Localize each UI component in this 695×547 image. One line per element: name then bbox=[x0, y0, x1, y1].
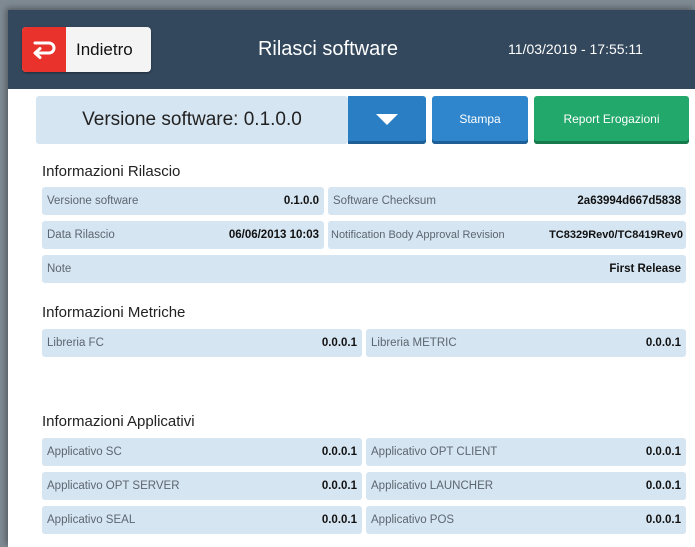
field-label: Applicativo OPT SERVER bbox=[47, 480, 180, 492]
field-label: Versione software bbox=[47, 195, 139, 207]
back-arrow-icon bbox=[22, 27, 66, 72]
field-label: Notification Body Approval Revision bbox=[331, 229, 505, 241]
datetime-display: 11/03/2019 - 17:55:11 bbox=[508, 41, 643, 57]
app-window: Indietro Rilasci software 11/03/2019 - 1… bbox=[8, 10, 695, 547]
section-title-metriche: Informazioni Metriche bbox=[42, 304, 186, 321]
field-software-checksum: Software Checksum 2a63994d667d5838 bbox=[328, 187, 686, 215]
field-label: Applicativo LAUNCHER bbox=[371, 480, 494, 492]
field-value: 0.0.0.1 bbox=[321, 337, 357, 349]
field-value: 0.0.0.1 bbox=[645, 514, 681, 526]
field-value: TC8329Rev0/TC8419Rev0 bbox=[549, 229, 683, 241]
version-dropdown-button[interactable] bbox=[348, 96, 426, 144]
field-value: 0.0.0.1 bbox=[321, 446, 357, 458]
field-label: Software Checksum bbox=[333, 195, 436, 207]
page-title: Rilasci software bbox=[257, 38, 399, 60]
field-value: 0.0.0.1 bbox=[645, 337, 681, 349]
field-value: 0.0.0.1 bbox=[321, 514, 357, 526]
field-label: Applicativo POS bbox=[371, 514, 455, 526]
field-app-opt-client: Applicativo OPT CLIENT 0.0.0.1 bbox=[366, 438, 686, 466]
field-value: 0.0.0.1 bbox=[645, 480, 681, 492]
field-label: Applicativo SEAL bbox=[47, 514, 136, 526]
report-erogazioni-button[interactable]: Report Erogazioni bbox=[534, 96, 689, 144]
field-app-opt-server: Applicativo OPT SERVER 0.0.0.1 bbox=[42, 472, 362, 500]
field-label: Libreria METRIC bbox=[371, 337, 457, 349]
back-button[interactable]: Indietro bbox=[22, 27, 151, 72]
field-value: 2a63994d667d5838 bbox=[577, 195, 681, 207]
field-app-launcher: Applicativo LAUNCHER 0.0.0.1 bbox=[366, 472, 686, 500]
field-release-date: Data Rilascio 06/06/2013 10:03 bbox=[42, 221, 324, 249]
field-value: 0.1.0.0 bbox=[283, 195, 319, 207]
software-version-select[interactable]: Versione software: 0.1.0.0 bbox=[36, 96, 348, 144]
field-label: Applicativo OPT CLIENT bbox=[371, 446, 498, 458]
field-value: 0.0.0.1 bbox=[321, 480, 357, 492]
field-value: First Release bbox=[609, 263, 681, 275]
field-label: Note bbox=[47, 263, 72, 275]
back-button-label: Indietro bbox=[76, 40, 133, 59]
field-libreria-fc: Libreria FC 0.0.0.1 bbox=[42, 329, 362, 357]
chevron-down-icon bbox=[376, 114, 398, 125]
header-bar: Indietro Rilasci software 11/03/2019 - 1… bbox=[8, 10, 695, 89]
field-label: Applicativo SC bbox=[47, 446, 122, 458]
field-note: Note First Release bbox=[42, 255, 686, 283]
field-app-sc: Applicativo SC 0.0.0.1 bbox=[42, 438, 362, 466]
field-label: Data Rilascio bbox=[47, 229, 115, 241]
field-software-version: Versione software 0.1.0.0 bbox=[42, 187, 324, 215]
field-label: Libreria FC bbox=[47, 337, 104, 349]
section-title-rilascio: Informazioni Rilascio bbox=[42, 163, 181, 180]
field-app-seal: Applicativo SEAL 0.0.0.1 bbox=[42, 506, 362, 534]
field-approval-revision: Notification Body Approval Revision TC83… bbox=[328, 221, 686, 249]
field-libreria-metric: Libreria METRIC 0.0.0.1 bbox=[366, 329, 686, 357]
print-button[interactable]: Stampa bbox=[432, 96, 528, 144]
field-value: 06/06/2013 10:03 bbox=[228, 229, 319, 241]
field-value: 0.0.0.1 bbox=[645, 446, 681, 458]
field-app-pos: Applicativo POS 0.0.0.1 bbox=[366, 506, 686, 534]
section-title-applicativi: Informazioni Applicativi bbox=[42, 413, 195, 430]
